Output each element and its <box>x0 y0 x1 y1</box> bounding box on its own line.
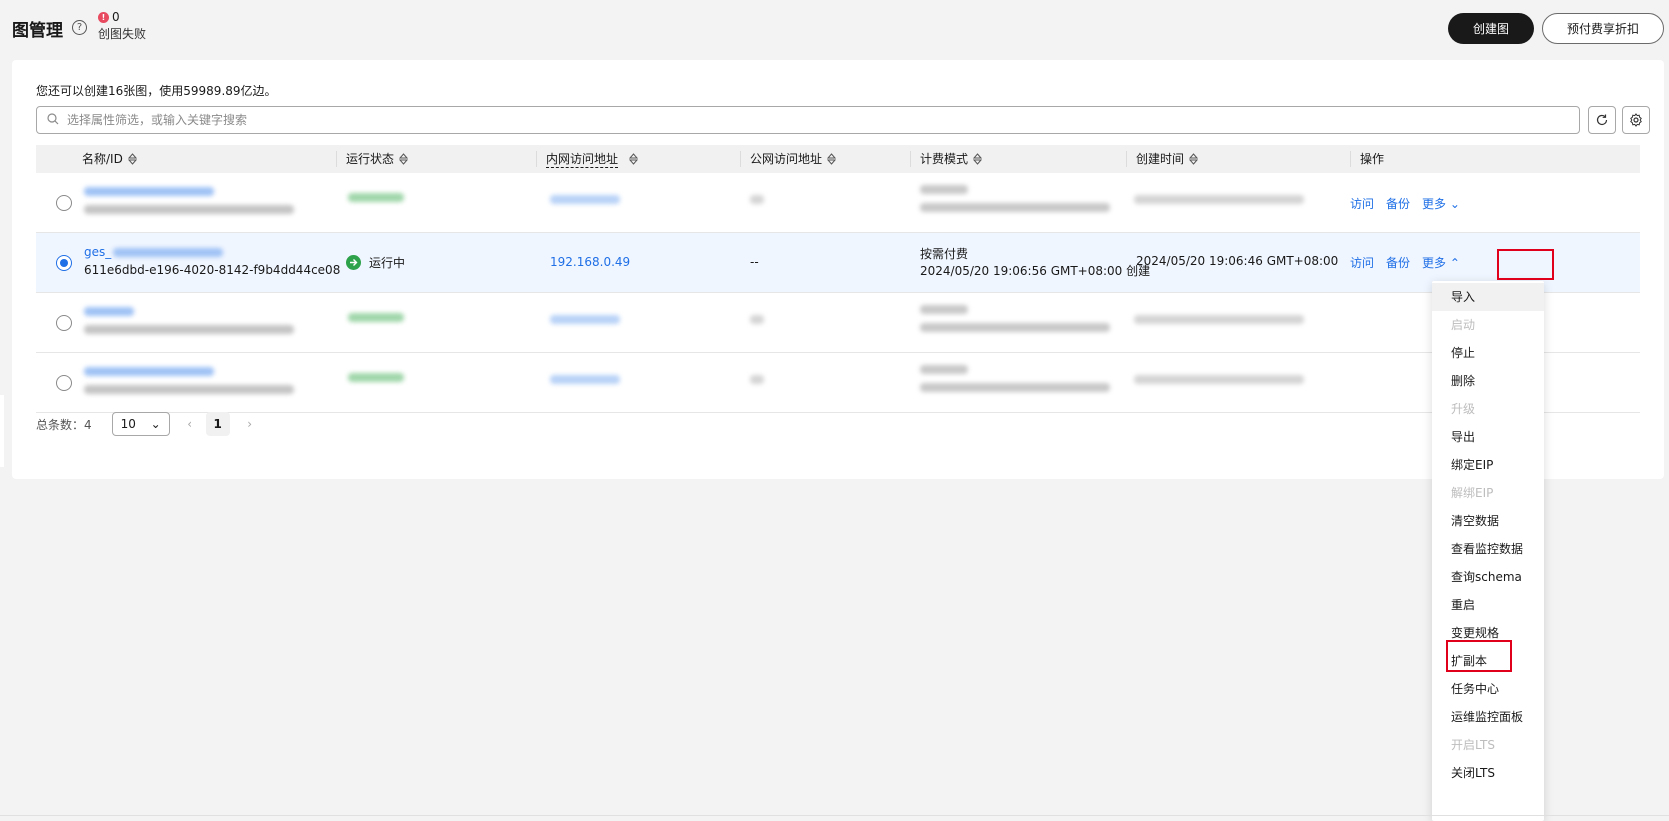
table-row[interactable] <box>36 353 1640 413</box>
menu-item-delete[interactable]: 删除 <box>1432 367 1544 395</box>
help-icon[interactable]: ? <box>72 20 87 35</box>
private-ip-link[interactable]: 192.168.0.49 <box>550 255 630 269</box>
col-private-ip[interactable]: 内网访问地址 <box>536 145 639 173</box>
row-radio[interactable] <box>56 375 72 391</box>
menu-item-disable-lts[interactable]: 关闭LTS <box>1432 759 1544 787</box>
menu-item-stop[interactable]: 停止 <box>1432 339 1544 367</box>
sort-icon[interactable] <box>629 153 639 165</box>
current-page[interactable]: 1 <box>205 412 230 436</box>
menu-item-restart[interactable]: 重启 <box>1432 591 1544 619</box>
highlight-box-more <box>1497 249 1554 280</box>
running-status-icon <box>346 255 361 270</box>
sort-icon[interactable] <box>399 153 409 165</box>
col-actions: 操作 <box>1350 145 1384 173</box>
col-public-ip[interactable]: 公网访问地址 <box>740 145 837 173</box>
search-input[interactable] <box>67 110 1567 130</box>
visit-link[interactable]: 访问 <box>1350 254 1374 271</box>
row-radio-selected[interactable] <box>56 255 72 271</box>
prepay-discount-button[interactable]: 预付费享折扣 <box>1542 13 1664 44</box>
page-size-select[interactable]: 10 ⌄ <box>111 412 170 436</box>
sort-icon[interactable] <box>127 153 137 165</box>
total-count: 总条数：4 <box>36 417 92 432</box>
menu-item-clear-data[interactable]: 清空数据 <box>1432 507 1544 535</box>
graph-name-link[interactable]: ges_ <box>84 245 111 259</box>
menu-item-view-monitoring[interactable]: 查看监控数据 <box>1432 535 1544 563</box>
fail-count: 0 <box>112 10 120 24</box>
more-actions-menu: 导入 启动 停止 删除 升级 导出 绑定EIP 解绑EIP 清空数据 查看监控数… <box>1432 281 1544 821</box>
chevron-down-icon: ⌄ <box>1449 197 1460 211</box>
refresh-icon <box>1596 114 1608 126</box>
table-row[interactable] <box>36 293 1640 353</box>
billing-mode: 按需付费 <box>920 247 969 261</box>
menu-item-export[interactable]: 导出 <box>1432 423 1544 451</box>
backup-link[interactable]: 备份 <box>1386 254 1410 271</box>
col-name[interactable]: 名称/ID <box>82 145 137 173</box>
create-graph-button[interactable]: 创建图 <box>1448 13 1534 44</box>
menu-item-unbind-eip: 解绑EIP <box>1451 486 1494 500</box>
more-link-open[interactable]: 更多 ⌃ <box>1422 254 1460 271</box>
highlight-box-change-spec <box>1446 640 1512 672</box>
billing-created: 2024/05/20 19:06:56 GMT+08:00 创建 <box>920 264 1151 278</box>
graph-id: 611e6dbd-e196-4020-8142-f9b4dd44ce08 <box>84 263 341 277</box>
alert-icon: ! <box>98 11 109 23</box>
prev-page-icon[interactable]: ‹ <box>182 416 198 432</box>
col-billing[interactable]: 计费模式 <box>910 145 983 173</box>
menu-item-import[interactable]: 导入 <box>1432 283 1544 311</box>
search-bar[interactable] <box>36 106 1580 134</box>
table-header: 名称/ID 运行状态 内网访问地址 公网访问地址 计费模式 创建时间 操作 <box>36 145 1640 173</box>
refresh-button[interactable] <box>1588 106 1616 134</box>
status-text: 运行中 <box>369 256 406 270</box>
gear-icon <box>1630 113 1642 127</box>
chevron-down-icon: ⌄ <box>150 417 161 431</box>
graph-list-card: 您还可以创建16张图，使用59989.89亿边。 名称/ID 运行状态 内网访问… <box>12 60 1664 479</box>
pagination: 总条数：4 10 ⌄ ‹ 1 › <box>36 412 258 436</box>
visit-link[interactable]: 访问 <box>1350 195 1374 212</box>
fail-label: 创图失败 <box>98 27 147 41</box>
page-header: 图管理 ? ! 0 创图失败 创建图 预付费享折扣 <box>0 0 1669 55</box>
menu-item-enable-lts: 开启LTS <box>1451 738 1495 752</box>
row-radio[interactable] <box>56 315 72 331</box>
search-icon <box>47 113 59 125</box>
menu-item-start: 启动 <box>1451 318 1476 332</box>
table-row[interactable]: 访问 备份 更多 ⌄ <box>36 173 1640 233</box>
menu-item-query-schema[interactable]: 查询schema <box>1432 563 1544 591</box>
sort-icon[interactable] <box>973 153 983 165</box>
menu-item-ops-dashboard[interactable]: 运维监控面板 <box>1432 703 1544 731</box>
sort-icon[interactable] <box>1189 153 1199 165</box>
sort-icon[interactable] <box>827 153 837 165</box>
menu-item-upgrade: 升级 <box>1451 402 1476 416</box>
more-link[interactable]: 更多 ⌄ <box>1422 195 1460 212</box>
quota-text: 您还可以创建16张图，使用59989.89亿边。 <box>36 84 277 98</box>
settings-button[interactable] <box>1622 106 1650 134</box>
public-ip: -- <box>750 255 759 269</box>
side-collapse-tab[interactable] <box>0 395 4 467</box>
menu-item-bind-eip[interactable]: 绑定EIP <box>1432 451 1544 479</box>
next-page-icon[interactable]: › <box>242 416 258 432</box>
create-failure-indicator[interactable]: ! 0 创图失败 <box>98 10 146 42</box>
bottom-divider <box>0 815 1669 816</box>
table-row-selected[interactable]: ges_ 611e6dbd-e196-4020-8142-f9b4dd44ce0… <box>36 233 1640 293</box>
row-radio[interactable] <box>56 195 72 211</box>
col-status[interactable]: 运行状态 <box>336 145 409 173</box>
backup-link[interactable]: 备份 <box>1386 195 1410 212</box>
page-title: 图管理 <box>12 21 63 41</box>
chevron-up-icon: ⌃ <box>1449 256 1460 270</box>
menu-item-task-center[interactable]: 任务中心 <box>1432 675 1544 703</box>
col-created[interactable]: 创建时间 <box>1126 145 1199 173</box>
created-time: 2024/05/20 19:06:46 GMT+08:00 <box>1136 254 1339 268</box>
